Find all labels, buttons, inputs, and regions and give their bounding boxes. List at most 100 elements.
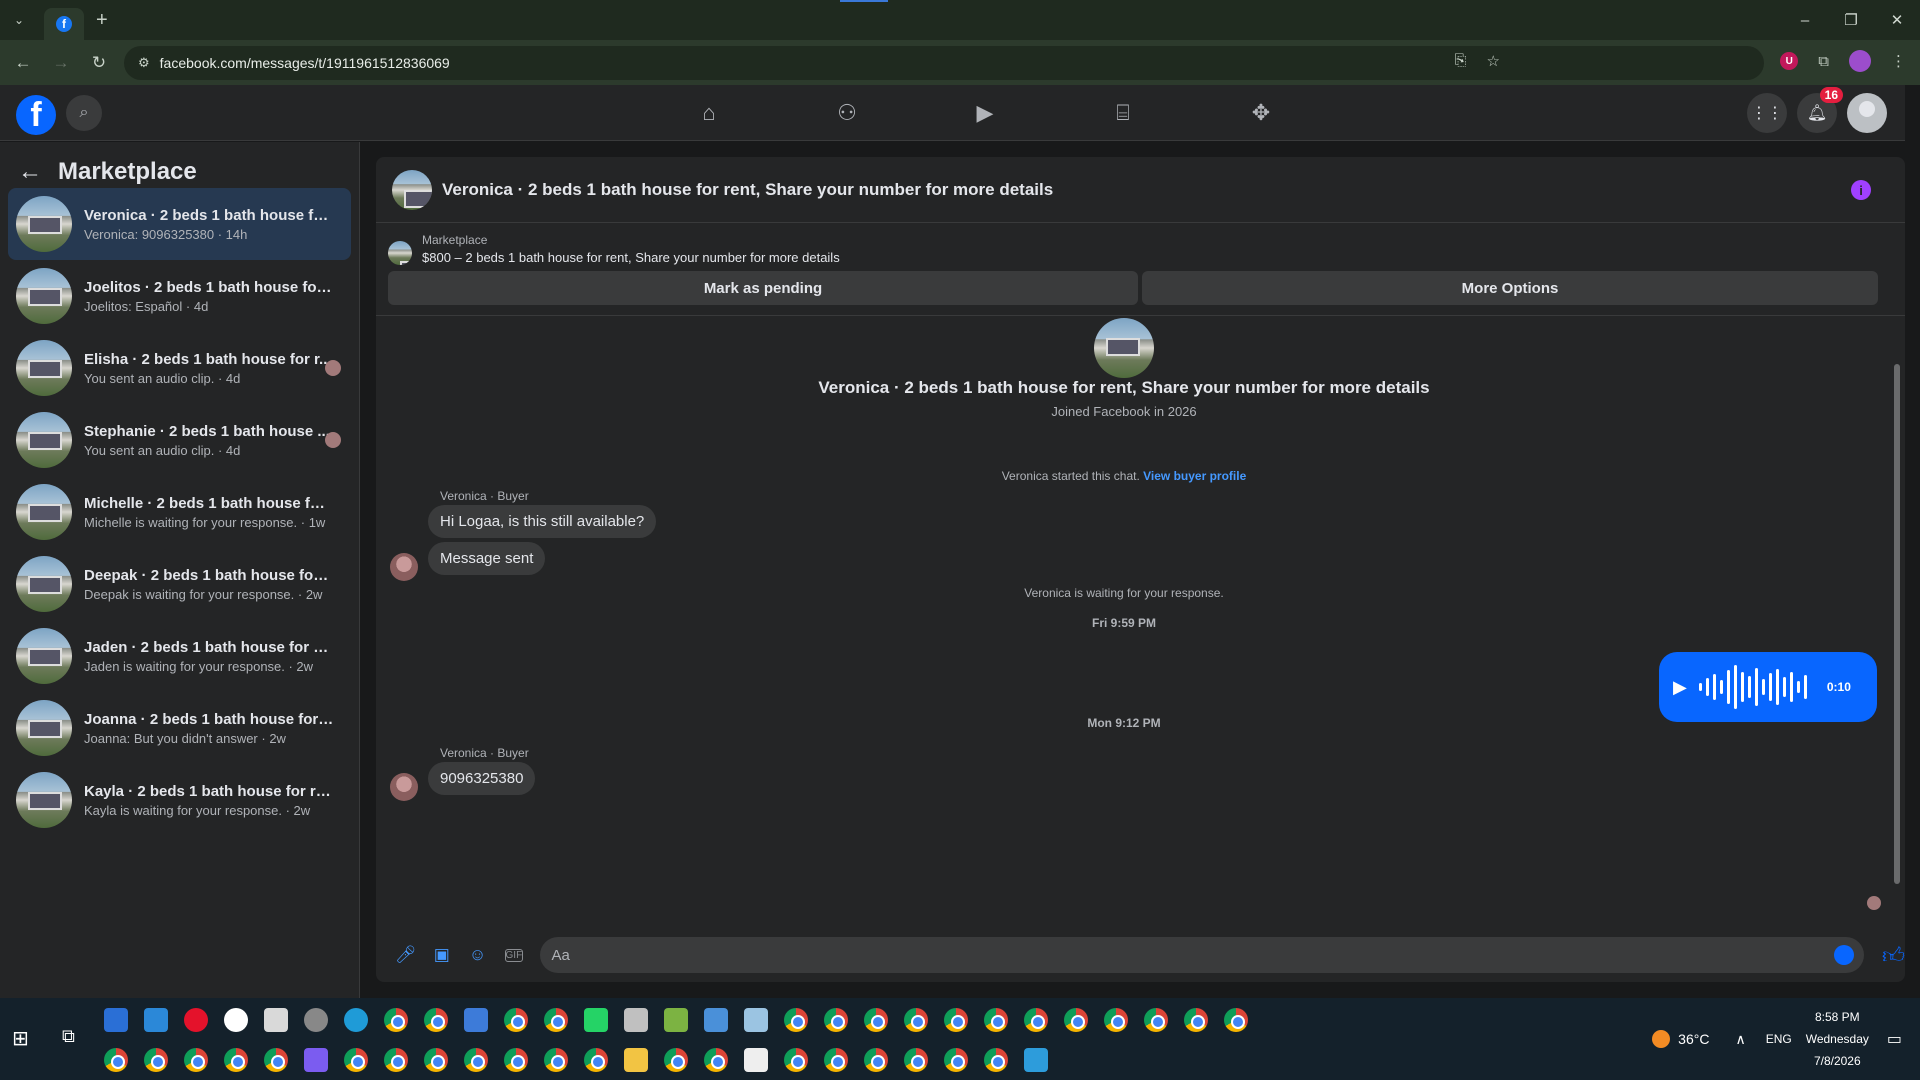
notepad-icon[interactable] bbox=[664, 1008, 688, 1032]
chrome-icon[interactable] bbox=[864, 1008, 888, 1032]
message-bubble[interactable]: Hi Logaa, is this still available? bbox=[428, 505, 657, 538]
thumbs-up-icon[interactable]: 👍︎ bbox=[1882, 942, 1905, 969]
site-info-icon[interactable]: ⚙ bbox=[138, 55, 150, 71]
chrome-icon[interactable] bbox=[104, 1048, 128, 1072]
conversation-item[interactable]: Joelitos · 2 beds 1 bath house for r... J… bbox=[8, 260, 351, 332]
account-avatar[interactable] bbox=[1847, 93, 1887, 133]
forward-arrow-icon[interactable]: → bbox=[46, 53, 76, 73]
buyer-avatar[interactable] bbox=[390, 773, 418, 801]
facebook-logo[interactable]: f bbox=[16, 95, 56, 135]
video-icon[interactable]: ▶ bbox=[916, 85, 1054, 141]
tray-overflow-icon[interactable]: ∧ bbox=[1735, 1031, 1745, 1048]
chrome-icon[interactable] bbox=[224, 1048, 248, 1072]
app-icon[interactable] bbox=[704, 1008, 728, 1032]
info-icon[interactable]: i bbox=[1851, 180, 1871, 200]
microphone-icon[interactable]: 🎤︎ bbox=[388, 945, 424, 965]
puzzle-extensions-icon[interactable]: ⧉ bbox=[1818, 53, 1829, 70]
conversation-item[interactable]: Deepak · 2 beds 1 bath house for r... Dee… bbox=[8, 548, 351, 620]
chatgpt-icon[interactable] bbox=[224, 1008, 248, 1032]
app-icon[interactable] bbox=[624, 1008, 648, 1032]
chrome-icon[interactable] bbox=[984, 1048, 1008, 1072]
buyer-avatar[interactable] bbox=[390, 553, 418, 581]
opera-icon[interactable] bbox=[184, 1008, 208, 1032]
chat-avatar[interactable] bbox=[392, 169, 432, 210]
chrome-icon[interactable] bbox=[944, 1008, 968, 1032]
chrome-icon[interactable] bbox=[904, 1048, 928, 1072]
weather-widget[interactable]: 36°C bbox=[1652, 1030, 1709, 1048]
menu-grid-icon[interactable]: ⋮⋮ bbox=[1747, 93, 1787, 133]
chrome-icon[interactable] bbox=[504, 1048, 528, 1072]
audio-message[interactable]: ▶ 0:10 bbox=[1659, 652, 1877, 722]
chrome-icon[interactable] bbox=[1224, 1008, 1248, 1032]
solitaire-icon[interactable] bbox=[744, 1048, 768, 1072]
message-input[interactable]: Aa bbox=[539, 937, 1864, 973]
conversation-item[interactable]: Elisha · 2 beds 1 bath house for r... You… bbox=[8, 332, 351, 404]
photos-icon[interactable] bbox=[1024, 1048, 1048, 1072]
chrome-icon[interactable] bbox=[144, 1048, 168, 1072]
notification-center-icon[interactable]: ▭ bbox=[1887, 1029, 1902, 1049]
chrome-icon[interactable] bbox=[184, 1048, 208, 1072]
message-list[interactable]: Veronica · 2 beds 1 bath house for rent,… bbox=[376, 316, 1905, 921]
play-icon[interactable]: ▶ bbox=[1673, 677, 1687, 698]
conversation-item[interactable]: Veronica · 2 beds 1 bath house for ... Ve… bbox=[8, 188, 351, 260]
chrome-icon[interactable] bbox=[424, 1048, 448, 1072]
chrome-icon[interactable] bbox=[704, 1048, 728, 1072]
restore-button[interactable]: ❐ bbox=[1828, 0, 1874, 40]
install-app-icon[interactable]: ⎘ bbox=[1455, 52, 1467, 70]
store-icon[interactable] bbox=[104, 1008, 128, 1032]
chrome-icon[interactable] bbox=[824, 1008, 848, 1032]
back-arrow-icon[interactable]: ← bbox=[8, 53, 38, 73]
chrome-icon[interactable] bbox=[784, 1008, 808, 1032]
browser-menu-icon[interactable]: ⋮ bbox=[1891, 52, 1906, 70]
chrome-icon[interactable] bbox=[584, 1048, 608, 1072]
chrome-icon[interactable] bbox=[1104, 1008, 1128, 1032]
app-icon[interactable] bbox=[744, 1008, 768, 1032]
conversation-item[interactable]: Kayla · 2 beds 1 bath house for ren... Ka… bbox=[8, 764, 351, 836]
chrome-icon[interactable] bbox=[1064, 1008, 1088, 1032]
chrome-icon[interactable] bbox=[664, 1048, 688, 1072]
edge-icon[interactable] bbox=[344, 1008, 368, 1032]
chrome-icon[interactable] bbox=[504, 1008, 528, 1032]
close-window-button[interactable]: ✕ bbox=[1874, 0, 1920, 40]
message-bubble[interactable]: Message sent bbox=[428, 542, 546, 575]
settings-gear-icon[interactable] bbox=[304, 1008, 328, 1032]
listing-summary[interactable]: Marketplace $800 – 2 beds 1 bath house f… bbox=[376, 223, 1905, 265]
conversation-item[interactable]: Joanna · 2 beds 1 bath house for r... Joa… bbox=[8, 692, 351, 764]
friends-icon[interactable]: ⚇ bbox=[778, 85, 916, 141]
mark-as-pending-button[interactable]: Mark as pending bbox=[388, 271, 1138, 305]
app-icon[interactable] bbox=[144, 1008, 168, 1032]
chrome-icon[interactable] bbox=[544, 1008, 568, 1032]
back-arrow-icon[interactable]: ← bbox=[18, 158, 42, 186]
chrome-icon[interactable] bbox=[984, 1008, 1008, 1032]
home-icon[interactable]: ⌂ bbox=[640, 85, 778, 141]
conversation-item[interactable]: Michelle · 2 beds 1 bath house for ... Mi… bbox=[8, 476, 351, 548]
chrome-icon[interactable] bbox=[1184, 1008, 1208, 1032]
chrome-icon[interactable] bbox=[384, 1008, 408, 1032]
search-icon[interactable]: ⌕ bbox=[66, 95, 102, 131]
url-text[interactable]: facebook.com/messages/t/1911961512836069 bbox=[160, 55, 450, 71]
message-bubble[interactable]: 9096325380 bbox=[428, 762, 536, 795]
chrome-icon[interactable] bbox=[264, 1048, 288, 1072]
message-scrollbar[interactable] bbox=[1893, 320, 1901, 916]
chrome-icon[interactable] bbox=[384, 1048, 408, 1072]
conversation-item[interactable]: Stephanie · 2 beds 1 bath house ... You s… bbox=[8, 404, 351, 476]
chrome-icon[interactable] bbox=[1144, 1008, 1168, 1032]
task-view-icon[interactable]: ⧉ bbox=[62, 1026, 75, 1047]
browser-profile-avatar[interactable] bbox=[1849, 50, 1871, 72]
more-options-button[interactable]: More Options bbox=[1142, 271, 1878, 305]
photo-icon[interactable]: ▣ bbox=[424, 945, 460, 965]
windows-start-icon[interactable]: ⊞ bbox=[12, 1026, 29, 1051]
file-explorer-icon[interactable] bbox=[624, 1048, 648, 1072]
minimize-button[interactable]: – bbox=[1782, 0, 1828, 40]
reload-icon[interactable]: ↻ bbox=[84, 53, 114, 73]
conversation-item[interactable]: Jaden · 2 beds 1 bath house for re... Jad… bbox=[8, 620, 351, 692]
view-buyer-profile-link[interactable]: View buyer profile bbox=[1143, 469, 1246, 483]
whatsapp-icon[interactable] bbox=[584, 1008, 608, 1032]
chrome-icon[interactable] bbox=[424, 1008, 448, 1032]
snipping-tool-icon[interactable] bbox=[464, 1008, 488, 1032]
chat-title[interactable]: Veronica · 2 beds 1 bath house for rent,… bbox=[442, 180, 1053, 200]
gif-icon[interactable]: GIF bbox=[504, 948, 523, 962]
chrome-icon[interactable] bbox=[544, 1048, 568, 1072]
new-tab-button[interactable]: + bbox=[96, 9, 108, 32]
chrome-icon[interactable] bbox=[344, 1048, 368, 1072]
